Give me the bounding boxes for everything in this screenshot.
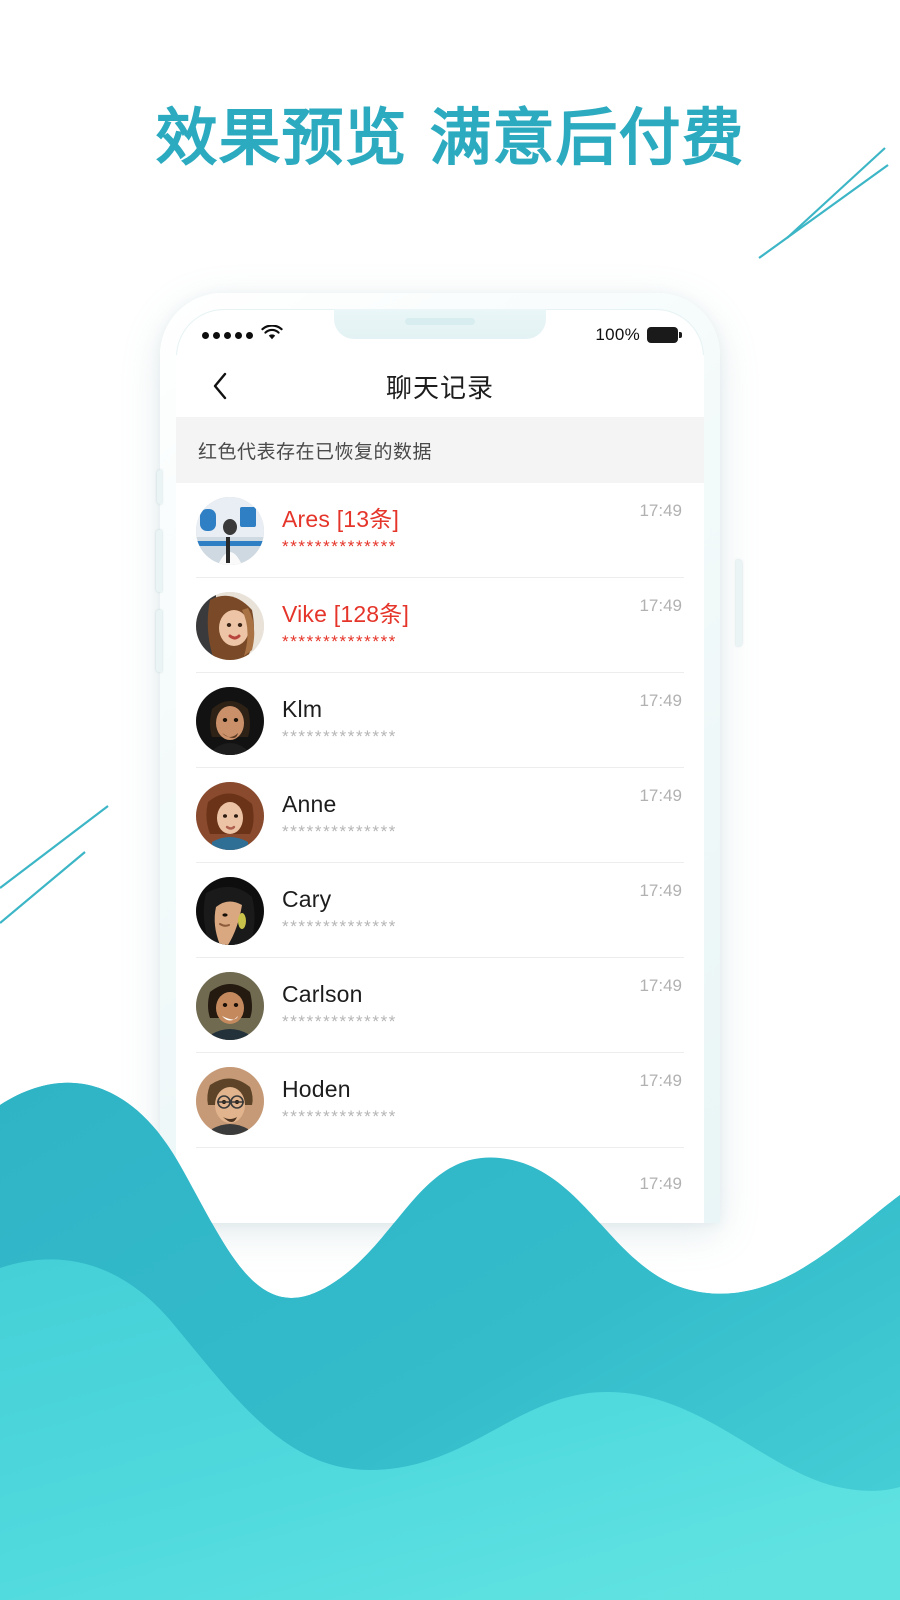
phone-volume-up-button [156, 530, 162, 592]
chat-item-time: 17:49 [639, 1071, 682, 1090]
decor-line [758, 164, 889, 259]
chat-item-content: Klm ************** [282, 695, 629, 746]
notice-text: 红色代表存在已恢复的数据 [198, 441, 433, 463]
chat-item-snippet: ************** [282, 917, 398, 936]
decor-line [0, 805, 109, 889]
avatar [196, 971, 264, 1040]
chevron-left-icon [213, 372, 227, 400]
chat-item-time: 17:49 [639, 1174, 682, 1193]
chat-item-snippet: ************** [282, 1107, 398, 1126]
wave-front-foreground [0, 1259, 900, 1600]
chat-item-snippet: ************** [282, 632, 398, 651]
chat-item-time: 17:49 [639, 501, 682, 520]
chat-item-name-text: Cary [282, 885, 332, 912]
chat-item-name-text: Anne [282, 790, 337, 817]
wifi-icon [261, 324, 283, 346]
chat-item-content: Vike [128条] ************** [282, 600, 629, 651]
chat-list-item[interactable]: Ares [13条] ************** 17:49 [176, 483, 704, 578]
nav-bar: 聊天记录 [176, 355, 704, 417]
status-bar-right: 100% [595, 325, 682, 345]
chat-list: Ares [13条] ************** 17:49 Vike [12… [176, 483, 704, 1223]
phone-mute-switch [157, 470, 162, 504]
chat-item-name: Ares [13条] [282, 505, 629, 534]
chat-item-name-text: Hoden [282, 1075, 351, 1102]
chat-item-name: Vike [128条] [282, 600, 629, 629]
headline-part-2: 满意后付费 [429, 104, 745, 173]
chat-item-time: 17:49 [639, 596, 682, 615]
chat-item-count: [13条] [336, 505, 400, 532]
chat-item-content: Anne ************** [282, 790, 629, 841]
battery-percentage: 100% [595, 325, 640, 344]
decor-line [0, 851, 86, 924]
back-button[interactable] [200, 366, 240, 406]
chat-item-content: Cary ************** [282, 885, 629, 936]
chat-item-name: Cary [282, 885, 629, 914]
chat-item-content: Ares [13条] ************** [282, 505, 629, 556]
phone-power-button [736, 560, 742, 646]
avatar [196, 876, 264, 945]
chat-item-time: 17:49 [639, 691, 682, 710]
notice-bar: 红色代表存在已恢复的数据 [176, 417, 704, 483]
chat-item-snippet: ************** [282, 1012, 398, 1031]
avatar [196, 496, 264, 565]
chat-item-name: Anne [282, 790, 629, 819]
avatar [196, 781, 264, 850]
chat-list-item[interactable]: Carlson ************** 17:49 [176, 958, 704, 1053]
chat-item-time: 17:49 [639, 881, 682, 900]
status-bar: 100% [176, 309, 704, 355]
phone-screen: 100% 聊天记录 红色代表存在已恢复的数据 Ares [13条] ******… [176, 309, 704, 1223]
chat-item-content: Hoden ************** [282, 1075, 629, 1126]
chat-item-name-text: Vike [282, 600, 328, 627]
chat-item-name: Carlson [282, 980, 629, 1009]
chat-item-name: Klm [282, 695, 629, 724]
chat-list-item[interactable]: Anne ************** 17:49 [176, 768, 704, 863]
chat-item-time: 17:49 [639, 976, 682, 995]
chat-item-name: Hoden [282, 1075, 629, 1104]
page-headline: 效果预览 满意后付费 [0, 103, 900, 174]
decor-lines-bottom-left [0, 805, 109, 924]
status-bar-left [202, 324, 283, 346]
chat-item-count: [128条] [333, 600, 410, 627]
chat-list-item[interactable]: 17:49 [176, 1148, 704, 1223]
avatar [196, 686, 264, 755]
chat-item-snippet: ************** [282, 822, 398, 841]
phone-volume-down-button [156, 610, 162, 672]
chat-item-name-text: Carlson [282, 980, 363, 1007]
signal-strength-icon [202, 331, 253, 339]
chat-item-name-text: Ares [282, 505, 331, 532]
chat-item-time: 17:49 [639, 786, 682, 805]
wave-front [0, 1259, 900, 1600]
chat-list-item[interactable]: Cary ************** 17:49 [176, 863, 704, 958]
chat-list-item[interactable]: Hoden ************** 17:49 [176, 1053, 704, 1148]
avatar [196, 1066, 264, 1135]
headline-part-1: 效果预览 [155, 104, 408, 173]
chat-item-content: Carlson ************** [282, 980, 629, 1031]
battery-icon [647, 327, 682, 343]
chat-item-name-text: Klm [282, 695, 323, 722]
avatar [196, 591, 264, 660]
chat-list-item[interactable]: Klm ************** 17:49 [176, 673, 704, 768]
chat-list-item[interactable]: Vike [128条] ************** 17:49 [176, 578, 704, 673]
page-title: 聊天记录 [385, 372, 494, 403]
chat-item-snippet: ************** [282, 537, 398, 556]
phone-mockup: 100% 聊天记录 红色代表存在已恢复的数据 Ares [13条] ******… [160, 293, 720, 1223]
chat-item-snippet: ************** [282, 727, 398, 746]
